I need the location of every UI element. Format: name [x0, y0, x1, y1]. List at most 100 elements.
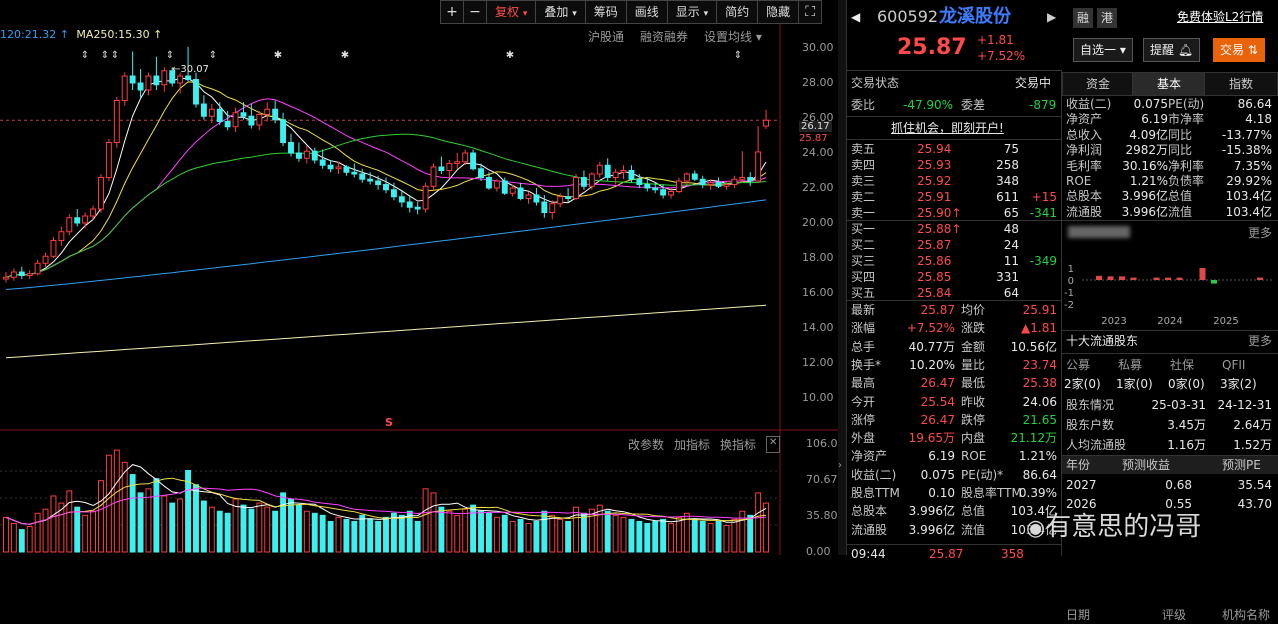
candle-up	[161, 70, 168, 86]
change-params-link[interactable]: 改参数	[628, 436, 664, 453]
shareholder-label: 人均流通股	[1066, 438, 1127, 452]
zoom-out-button[interactable]: −	[463, 0, 487, 24]
more-link[interactable]: 更多	[1248, 224, 1272, 242]
volume-bar	[74, 506, 81, 553]
rzrq-link[interactable]: 融资融券	[640, 28, 688, 45]
candle-down	[478, 168, 484, 178]
prev-stock-icon[interactable]: ◀	[851, 8, 860, 26]
candle-down	[288, 142, 294, 154]
shareholder-value: 25-03-31	[1151, 398, 1206, 412]
fund-value: 4.18	[1245, 112, 1272, 127]
xianshi-dropdown[interactable]: 显示 ▾	[666, 0, 718, 24]
volume-bar	[454, 514, 461, 553]
shareholder-value: 3.45万	[1167, 418, 1206, 432]
candle-down	[74, 217, 81, 224]
order-label: 买一	[851, 222, 876, 236]
jianjie-button[interactable]: 简约	[716, 0, 759, 24]
order-label: 买三	[851, 254, 876, 268]
switch-indicator-link[interactable]: 换指标	[720, 436, 756, 453]
free-l2-link[interactable]: 免费体验L2行情	[1177, 8, 1263, 26]
candle-up	[34, 262, 41, 275]
mini-bar	[1165, 277, 1171, 280]
event-marker: ✱	[274, 50, 282, 61]
volume-bar	[699, 520, 706, 553]
price-tick-label: 12.00	[802, 356, 834, 369]
candle-down	[398, 196, 405, 203]
splitter-handle[interactable]: ›	[838, 0, 846, 555]
add-indicator-link[interactable]: 加指标	[674, 436, 710, 453]
next-stock-icon[interactable]: ▶	[1047, 8, 1056, 26]
candle-up	[675, 180, 682, 192]
candle-up	[739, 177, 746, 180]
candle-down	[200, 103, 207, 117]
volume-bar	[90, 510, 97, 553]
order-price: 25.87	[917, 238, 952, 252]
fund-value: 6.19	[1141, 112, 1168, 127]
ma120-label: 120:21.32	[0, 28, 57, 41]
shareholder-value: 2.64万	[1233, 418, 1272, 432]
volume-bar	[573, 506, 579, 553]
promo-link[interactable]: 抓住机会，即刻开户!	[891, 119, 1004, 137]
stat-label: 净资产	[851, 449, 888, 464]
stat-value: 26.47	[920, 412, 955, 427]
volume-bar	[612, 514, 619, 553]
mini-bar-chart: 10-1-2 2023 2024 2025	[1064, 264, 1272, 327]
volume-bar	[240, 504, 247, 553]
volume-bar	[478, 510, 484, 553]
volume-bar	[137, 492, 144, 553]
weibo-icon: ◉	[1026, 516, 1046, 541]
candle-up	[422, 185, 429, 210]
tick-volume: 358	[1001, 547, 1024, 561]
fuquan-dropdown[interactable]: 复权 ▾	[486, 0, 537, 24]
volume-bar	[525, 522, 532, 553]
candle-down	[343, 166, 350, 173]
candle-up	[90, 208, 97, 217]
volume-bar	[501, 514, 508, 553]
volume-bar	[644, 522, 651, 553]
forecast-head: 预测PE	[1222, 458, 1261, 472]
holders-more-link[interactable]: 更多	[1248, 332, 1272, 350]
volume-bar	[224, 512, 231, 553]
tab-zijin[interactable]: 资金	[1062, 72, 1134, 96]
volume-bar	[660, 518, 667, 553]
order-volume: 11	[1003, 254, 1019, 268]
last-price-tag: 26.17	[799, 121, 832, 132]
mini-axis-label: 0	[1068, 276, 1074, 287]
candle-down	[327, 164, 334, 170]
volume-bar	[446, 510, 453, 553]
volume-bar	[367, 518, 374, 553]
order-label: 卖二	[851, 190, 876, 204]
candle-down	[470, 152, 477, 170]
zoom-in-button[interactable]: +	[440, 0, 464, 24]
close-icon[interactable]: ✕	[766, 436, 781, 453]
gang-badge[interactable]: 港	[1097, 8, 1117, 28]
volume-bar	[707, 522, 714, 553]
stat-value: 0.39%	[1018, 486, 1057, 500]
fund-label: 同比	[1168, 127, 1193, 142]
volume-bar	[3, 516, 9, 553]
volume-bar	[470, 504, 477, 553]
chouma-button[interactable]: 筹码	[584, 0, 627, 24]
diejia-dropdown[interactable]: 叠加 ▾	[535, 0, 586, 24]
candle-down	[604, 164, 611, 178]
alert-button[interactable]: 提醒 🔔︎	[1143, 38, 1201, 62]
rong-badge[interactable]: 融	[1073, 8, 1093, 28]
hgt-link[interactable]: 沪股通	[588, 28, 624, 45]
huaxian-button[interactable]: 画线	[625, 0, 668, 24]
watchlist-dropdown[interactable]: 自选一 ▾	[1073, 38, 1133, 62]
set-ma-link[interactable]: 设置均线 ▾	[704, 28, 762, 45]
holder-value: 0家(0)	[1168, 377, 1205, 391]
tab-zhishu[interactable]: 指数	[1204, 72, 1278, 96]
volume-bar	[462, 508, 469, 553]
candle-up	[755, 151, 762, 182]
stat-label: 总手	[851, 339, 876, 354]
price-change-pct: +7.52%	[977, 49, 1026, 63]
fund-label: 总股本	[1066, 189, 1103, 204]
trade-button[interactable]: 交易 ⇅	[1213, 38, 1265, 62]
kline-chart[interactable]: ⇕ ⇕ ⇕ ⇕ ⇕ ✱ ✱ ✱ ⇕	[0, 24, 838, 555]
tab-jiben[interactable]: 基本	[1132, 72, 1206, 96]
stat-value: 10.56亿	[1010, 339, 1057, 354]
volume-bar	[628, 518, 635, 553]
volume-bar	[295, 504, 302, 553]
candle-down	[406, 201, 413, 208]
